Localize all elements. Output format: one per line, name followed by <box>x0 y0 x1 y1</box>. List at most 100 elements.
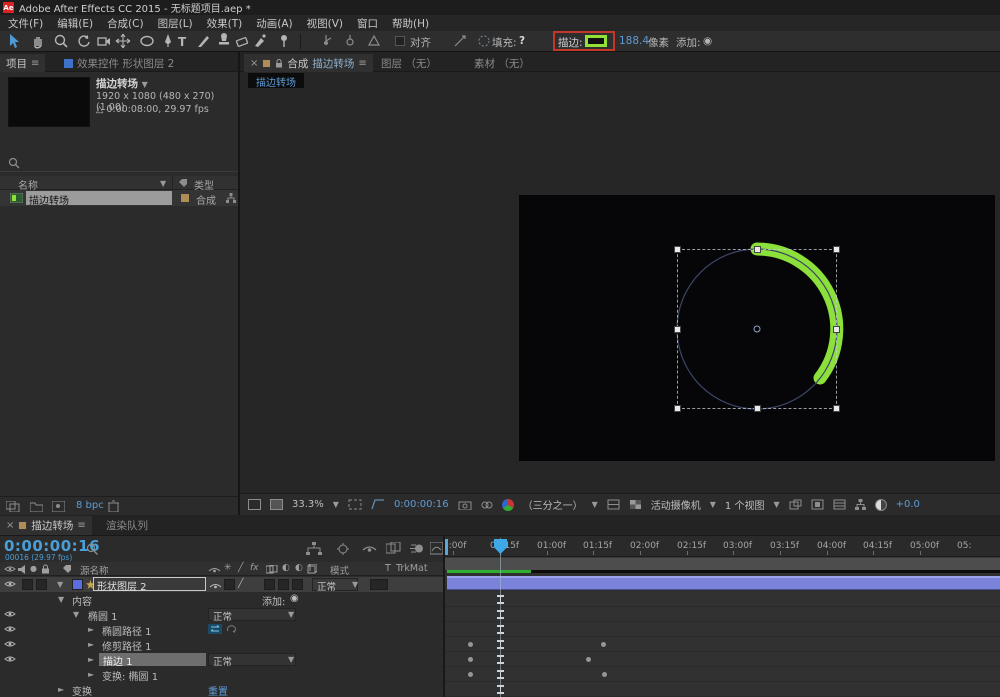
eye-icon[interactable] <box>4 625 16 633</box>
tab-render-queue[interactable]: 渲染队列 <box>100 516 154 535</box>
brush-tool-icon[interactable] <box>196 33 213 50</box>
tab-layer[interactable]: 图层 （无） <box>375 54 443 72</box>
navigator-start-handle[interactable] <box>445 539 448 555</box>
sort-caret-icon[interactable]: ▼ <box>160 179 166 188</box>
current-time-value[interactable]: 0:00:00:16 <box>394 499 449 510</box>
trkmat-column[interactable]: TrkMat <box>396 563 428 574</box>
property-row-ellipse-path-1[interactable]: ► 椭圆路径 1 <box>0 622 443 637</box>
eye-icon[interactable] <box>4 655 16 663</box>
project-comp-name[interactable]: 描边转场 ▼ <box>96 76 148 91</box>
main-viewer-icon[interactable] <box>270 499 283 510</box>
tab-project[interactable]: 项目 ≡ <box>0 54 45 72</box>
magnification-value[interactable]: 33.3% <box>292 499 324 510</box>
tab-footage[interactable]: 素材 （无） <box>468 54 536 72</box>
contents-label[interactable]: 内容 <box>72 593 92 608</box>
keyframe[interactable] <box>468 657 473 662</box>
pan-behind-tool-icon[interactable] <box>115 33 132 50</box>
audio-toggle-box[interactable] <box>22 579 33 590</box>
effect-toggle-box[interactable] <box>264 579 275 590</box>
frame-blend-toggle-box[interactable] <box>278 579 289 590</box>
keyframe[interactable] <box>601 642 606 647</box>
stroke-1-label[interactable]: 描边 1 <box>99 653 206 666</box>
menu-file[interactable]: 文件(F) <box>8 16 43 31</box>
panel-menu-icon[interactable]: ≡ <box>31 58 39 69</box>
track-row-ellipse-1[interactable] <box>445 607 1000 622</box>
text-tool-icon[interactable]: T <box>178 35 186 49</box>
stroke-blend-mode-dropdown[interactable]: 正常 <box>208 653 296 666</box>
handle-top-center[interactable] <box>754 246 761 253</box>
property-row-ellipse-1[interactable]: ▼ 椭圆 1 正常 ▼ <box>0 607 443 622</box>
close-icon[interactable]: × <box>250 58 258 69</box>
eye-icon[interactable] <box>4 580 16 588</box>
target-icon[interactable] <box>476 33 493 50</box>
ellipse-path-1-label[interactable]: 椭圆路径 1 <box>102 623 152 638</box>
tab-effect-controls[interactable]: 效果控件 形状图层 2 <box>58 54 180 72</box>
twirl-closed-icon[interactable]: ► <box>58 685 64 694</box>
menu-edit[interactable]: 编辑(E) <box>57 16 93 31</box>
search-icon[interactable] <box>86 543 99 556</box>
magnification-caret-icon[interactable]: ▼ <box>333 500 339 509</box>
timeline-track-area[interactable]: 0:00f 00:15f 01:00f 01:15f 02:00f 02:15f… <box>445 536 1000 697</box>
reset-link[interactable]: 重置 <box>208 683 228 697</box>
camera-selector-value[interactable]: 活动摄像机 <box>651 497 701 512</box>
track-row-contents[interactable] <box>445 592 1000 607</box>
hand-tool-icon[interactable] <box>30 33 47 50</box>
add-menu-icon[interactable]: ◉ <box>703 35 712 47</box>
mask-tool-icon[interactable] <box>452 33 469 50</box>
keyframe[interactable] <box>468 672 473 677</box>
new-folder-icon[interactable] <box>30 501 43 512</box>
fill-swatch[interactable]: ? <box>519 35 525 47</box>
handle-mid-right[interactable] <box>833 326 840 333</box>
time-ruler[interactable]: 0:00f 00:15f 01:00f 01:15f 02:00f 02:15f… <box>445 536 1000 557</box>
menu-animation[interactable]: 动画(A) <box>256 16 292 31</box>
layer-shy-toggle-icon[interactable] <box>209 581 222 590</box>
property-row-transform-ellipse-1[interactable]: ► 变换: 椭圆 1 <box>0 667 443 682</box>
composition-canvas[interactable] <box>519 195 995 461</box>
ellipse-1-label[interactable]: 椭圆 1 <box>88 608 118 623</box>
exposure-icon[interactable] <box>875 499 887 511</box>
trkmat-dropdown[interactable] <box>370 579 388 590</box>
label-color-swatch[interactable] <box>180 193 190 203</box>
comp-viewport[interactable] <box>240 88 1000 493</box>
share-view-icon[interactable] <box>789 499 802 510</box>
keyframe[interactable] <box>602 672 607 677</box>
pixel-aspect-correction-icon[interactable] <box>811 499 824 510</box>
track-row-transform[interactable] <box>445 682 1000 697</box>
transform-label[interactable]: 变换 <box>72 683 92 697</box>
view-layout-caret-icon[interactable]: ▼ <box>773 500 779 509</box>
clone-stamp-tool-icon[interactable] <box>216 33 233 50</box>
stroke-width-value[interactable]: 188.4 <box>619 35 649 47</box>
timeline-button-icon[interactable] <box>833 499 846 510</box>
show-snapshot-icon[interactable] <box>481 500 493 510</box>
twirl-open-icon[interactable]: ▼ <box>58 595 64 604</box>
snapshot-icon[interactable] <box>458 500 472 510</box>
selection-tool-icon[interactable] <box>6 33 23 50</box>
panel-menu-icon[interactable]: ≡ <box>77 520 85 531</box>
comp-navigator-breadcrumb[interactable]: 描边转场 <box>248 73 304 88</box>
handle-bottom-right[interactable] <box>833 405 840 412</box>
track-row-transform-ellipse-1[interactable] <box>445 667 1000 682</box>
layer-name-field[interactable]: 形状图层 2 <box>93 577 206 591</box>
puppet-pin-tool-icon[interactable] <box>276 33 293 50</box>
layer-duration-bar[interactable] <box>447 576 1000 590</box>
solo-toggle-box[interactable] <box>36 579 47 590</box>
eye-icon[interactable] <box>4 610 16 618</box>
zoom-tool-icon[interactable] <box>53 33 70 50</box>
draft-3d-icon[interactable] <box>336 542 350 555</box>
handle-bottom-center[interactable] <box>754 405 761 412</box>
eraser-tool-icon[interactable] <box>234 33 251 50</box>
delete-icon[interactable] <box>108 500 119 512</box>
menu-effect[interactable]: 效果(T) <box>207 16 243 31</box>
eye-icon[interactable] <box>4 640 16 648</box>
tab-timeline-comp[interactable]: × 描边转场 ≡ <box>0 516 92 535</box>
add-shape-icon[interactable]: ◉ <box>290 593 299 604</box>
project-item-row[interactable]: 描边转场 合成 <box>0 190 238 206</box>
shape-tool-icon[interactable] <box>139 33 156 50</box>
roto-brush-tool-icon[interactable] <box>252 33 269 50</box>
always-preview-icon[interactable] <box>248 499 261 510</box>
view-layout-value[interactable]: 1 个视图 <box>725 497 765 512</box>
reverse-path-icon[interactable] <box>226 624 237 634</box>
motion-blur-icon[interactable] <box>410 542 424 555</box>
rotate-tool-icon[interactable] <box>76 33 93 50</box>
pen-tool-icon[interactable] <box>160 33 177 50</box>
